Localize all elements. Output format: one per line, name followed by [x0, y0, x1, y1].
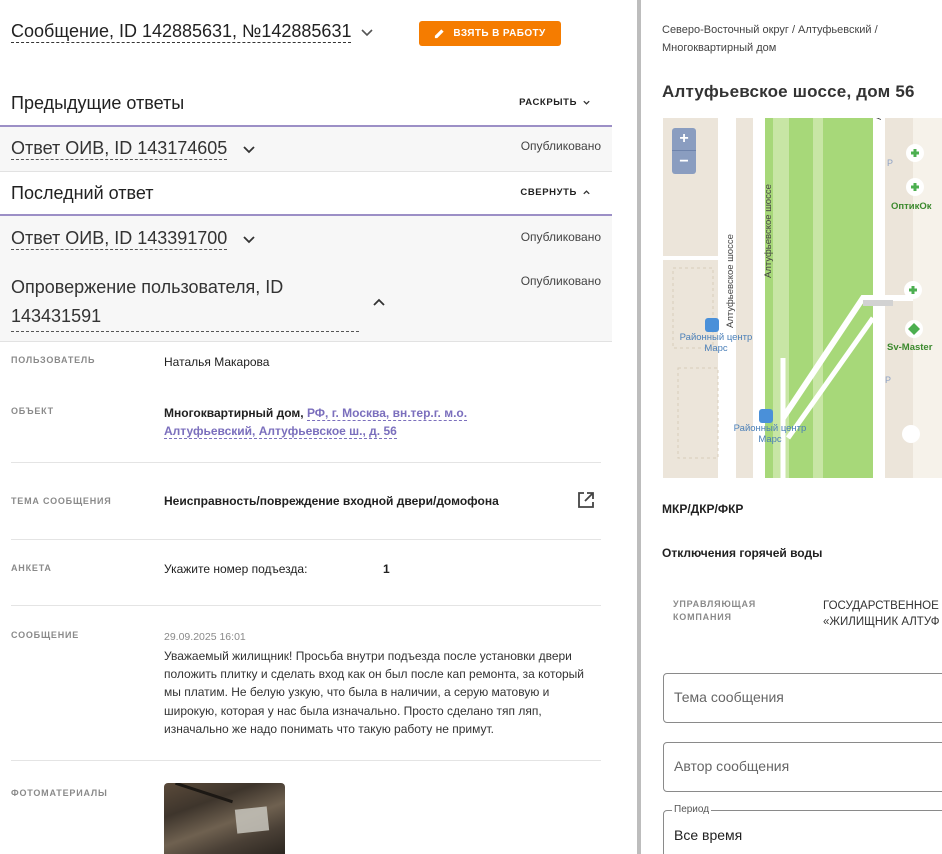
management-company-label-line1: УПРАВЛЯЮЩАЯ [673, 599, 757, 609]
topic-value: Неисправность/повреждение входной двери/… [164, 494, 499, 508]
parking-icon: P [887, 158, 894, 168]
author-filter-input[interactable] [674, 758, 942, 774]
photos-label: ФОТОМАТЕРИАЛЫ [11, 788, 108, 798]
collapse-label: СВЕРНУТЬ [520, 187, 577, 198]
message-panel: Сообщение, ID 142885631, №142885631 ВЗЯТ… [0, 0, 612, 854]
period-legend: Период [672, 804, 712, 815]
divider [11, 539, 601, 540]
collapse-button[interactable]: СВЕРНУТЬ [520, 187, 591, 198]
topic-filter[interactable] [663, 673, 942, 723]
chevron-down-icon[interactable] [241, 141, 257, 157]
chevron-up-icon [583, 190, 590, 195]
period-select[interactable]: Период Все время [663, 804, 942, 854]
message-title[interactable]: Сообщение, ID 142885631, №142885631 [11, 20, 375, 43]
divider [11, 760, 601, 761]
previous-answers-title: Предыдущие ответы [11, 93, 185, 113]
poi-label: Районный центр Марс [733, 423, 807, 445]
take-to-work-label: ВЗЯТЬ В РАБОТУ [453, 28, 546, 39]
open-in-new-icon[interactable] [577, 491, 595, 509]
management-company-value-line1: ГОСУДАРСТВЕННОЕ [823, 600, 939, 612]
last-answer-block: Ответ ОИВ, ID 143391700 Опубликовано Опр… [0, 216, 612, 341]
object-panel: Северо-Восточный округ / Алтуфьевский / … [641, 0, 942, 854]
zoom-control[interactable]: + − [672, 128, 696, 174]
poi-label: ОптикОк [891, 201, 932, 212]
previous-answer-row[interactable]: Ответ ОИВ, ID 143174605 Опубликовано [0, 127, 612, 171]
take-to-work-button[interactable]: ВЗЯТЬ В РАБОТУ [419, 21, 561, 46]
message-text: Уважаемый жилищник! Просьба внутри подъе… [164, 649, 584, 736]
rebuttal-title[interactable]: Опровержение пользователя, ID 143431591 [11, 273, 359, 332]
rebuttal-title-line1: Опровержение пользователя, ID [11, 277, 284, 297]
poi-label: Районный центр Марс [679, 332, 753, 354]
management-company-label-line2: КОМПАНИЯ [673, 612, 732, 622]
management-company-label: УПРАВЛЯЮЩАЯ КОМПАНИЯ [673, 598, 756, 624]
object-value: Многоквартирный дом, РФ, г. Москва, вн.т… [164, 404, 484, 440]
rebuttal-title-line2: 143431591 [11, 302, 359, 332]
map[interactable]: + − Алтуфьевское шоссе Алтуфьевское шосс… [663, 118, 942, 478]
chevron-up-icon[interactable] [371, 295, 387, 311]
topic-filter-input[interactable] [674, 689, 942, 705]
rebuttal-status: Опубликовано [520, 274, 601, 288]
topic-label: ТЕМА СООБЩЕНИЯ [11, 496, 112, 506]
last-answer-item-status: Опубликовано [520, 230, 601, 244]
message-title-text[interactable]: Сообщение, ID 142885631, №142885631 [11, 20, 352, 43]
photo-thumbnail[interactable] [164, 783, 285, 854]
period-value: Все время [674, 827, 743, 843]
previous-answers-header: Предыдущие ответы РАСКРЫТЬ [0, 81, 612, 125]
chevron-down-icon [583, 100, 590, 105]
expand-button[interactable]: РАСКРЫТЬ [519, 97, 591, 108]
previous-answer-title[interactable]: Ответ ОИВ, ID 143174605 [11, 137, 228, 160]
message-label: СООБЩЕНИЕ [11, 630, 80, 640]
user-value: Наталья Макарова [164, 355, 270, 369]
divider [11, 462, 601, 463]
object-address: Алтуфьевское шоссе, дом 56 [662, 82, 915, 101]
last-answer-item-title[interactable]: Ответ ОИВ, ID 143391700 [11, 227, 228, 250]
mkr-label: МКР/ДКР/ФКР [662, 502, 744, 516]
form-answer: 1 [383, 562, 390, 576]
form-label: АНКЕТА [11, 563, 52, 573]
chevron-down-icon[interactable] [359, 24, 375, 40]
breadcrumb: Северо-Восточный округ / Алтуфьевский / … [662, 24, 878, 54]
zoom-in-button[interactable]: + [672, 128, 696, 151]
poi-label: Sv-Master [887, 342, 933, 353]
object-address-link[interactable]: РФ, г. Москва, вн.тер.г. м.о. [306, 406, 468, 421]
street-label: А [873, 118, 884, 120]
street-label: Алтуфьевское шоссе [725, 234, 736, 328]
hot-water-label: Отключения горячей воды [662, 546, 823, 560]
pencil-icon [435, 29, 444, 39]
divider [0, 341, 612, 342]
management-company-value-line2: «ЖИЛИЩНИК АЛТУФ [823, 616, 940, 628]
object-type: Многоквартирный дом, [164, 406, 304, 420]
management-company-value: ГОСУДАРСТВЕННОЕ «ЖИЛИЩНИК АЛТУФ [823, 598, 940, 630]
last-answer-title: Последний ответ [11, 183, 154, 203]
divider [11, 605, 601, 606]
chevron-down-icon[interactable] [241, 231, 257, 247]
user-label: ПОЛЬЗОВАТЕЛЬ [11, 355, 96, 365]
object-label: ОБЪЕКТ [11, 406, 54, 416]
form-question: Укажите номер подъезда: [164, 562, 308, 576]
street-label: Алтуфьевское шоссе [763, 184, 774, 278]
zoom-out-button[interactable]: − [679, 153, 688, 170]
message-date: 29.09.2025 16:01 [164, 631, 246, 643]
parking-icon: P [885, 375, 892, 385]
object-address-link[interactable]: Алтуфьевский, Алтуфьевское ш., д. 56 [164, 424, 397, 439]
author-filter[interactable] [663, 742, 942, 792]
previous-answer-status: Опубликовано [520, 139, 601, 153]
last-answer-header: Последний ответ СВЕРНУТЬ [0, 171, 612, 215]
expand-label: РАСКРЫТЬ [519, 97, 577, 108]
